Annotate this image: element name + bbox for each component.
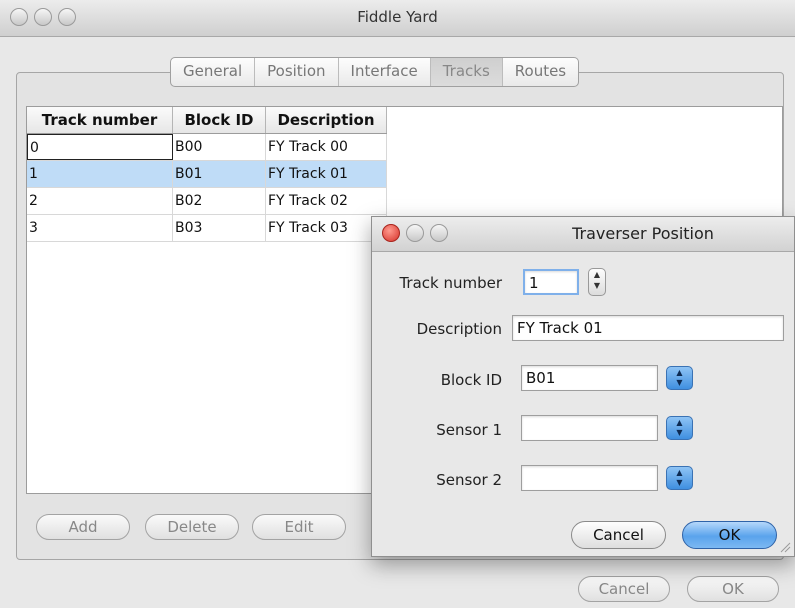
chevron-up-icon: ▲	[676, 418, 683, 427]
resize-grip-icon[interactable]	[779, 541, 791, 553]
cell-block-id[interactable]: B02	[173, 188, 266, 214]
sensor2-combo[interactable]	[521, 465, 658, 491]
delete-button[interactable]: Delete	[145, 514, 239, 540]
table-row-selected[interactable]: 1 B01 FY Track 01	[27, 161, 387, 188]
dialog-ok-button[interactable]: OK	[682, 521, 777, 549]
table-header: Track number Block ID Description	[27, 107, 387, 134]
arrow-up-icon[interactable]: ▲	[589, 269, 605, 280]
cell-description[interactable]: FY Track 02	[266, 188, 387, 214]
tab-tracks[interactable]: Tracks	[430, 58, 503, 86]
column-header-block-id[interactable]: Block ID	[173, 107, 266, 133]
chevron-up-icon: ▲	[676, 368, 683, 377]
tab-bar: General Position Interface Tracks Routes	[170, 57, 580, 87]
chevron-down-icon: ▼	[676, 428, 683, 437]
dialog-title: Traverser Position	[572, 224, 714, 243]
sensor1-label: Sensor 1	[436, 421, 502, 439]
tab-routes[interactable]: Routes	[503, 58, 578, 86]
sensor2-dropdown-button[interactable]: ▲ ▼	[666, 466, 693, 490]
table-row[interactable]: 3 B03 FY Track 03	[27, 215, 387, 242]
block-id-label: Block ID	[440, 371, 502, 389]
chevron-down-icon: ▼	[676, 478, 683, 487]
window-title: Fiddle Yard	[357, 8, 438, 26]
add-button[interactable]: Add	[36, 514, 130, 540]
cell-description[interactable]: FY Track 01	[266, 161, 387, 187]
cell-block-id[interactable]: B03	[173, 215, 266, 241]
chevron-down-icon: ▼	[676, 378, 683, 387]
block-id-dropdown-button[interactable]: ▲ ▼	[666, 366, 693, 390]
close-icon[interactable]	[382, 224, 400, 242]
description-field[interactable]: FY Track 01	[512, 315, 784, 341]
cell-description[interactable]: FY Track 00	[266, 134, 387, 160]
window-titlebar: Fiddle Yard	[0, 0, 795, 37]
dialog-titlebar: Traverser Position	[372, 217, 794, 252]
chevron-up-icon: ▲	[676, 468, 683, 477]
cell-description[interactable]: FY Track 03	[266, 215, 387, 241]
tab-general[interactable]: General	[171, 58, 256, 86]
description-label: Description	[416, 320, 502, 338]
track-number-field[interactable]: 1	[523, 269, 579, 295]
cell-track-number[interactable]: 0	[27, 134, 173, 160]
tab-interface[interactable]: Interface	[339, 58, 431, 86]
ok-button[interactable]: OK	[687, 576, 779, 602]
cell-track-number[interactable]: 2	[27, 188, 173, 214]
tab-position[interactable]: Position	[255, 58, 339, 86]
track-number-stepper[interactable]: ▲ ▼	[588, 268, 606, 296]
cell-track-number[interactable]: 3	[27, 215, 173, 241]
edit-button[interactable]: Edit	[252, 514, 346, 540]
minimize-icon[interactable]	[406, 224, 424, 242]
zoom-icon[interactable]	[430, 224, 448, 242]
cell-track-number[interactable]: 1	[27, 161, 173, 187]
sensor1-dropdown-button[interactable]: ▲ ▼	[666, 416, 693, 440]
arrow-down-icon[interactable]: ▼	[589, 280, 605, 291]
cell-block-id[interactable]: B00	[173, 134, 266, 160]
cancel-button[interactable]: Cancel	[578, 576, 670, 602]
sensor1-combo[interactable]	[521, 415, 658, 441]
column-header-description[interactable]: Description	[266, 107, 387, 133]
table-row[interactable]: 2 B02 FY Track 02	[27, 188, 387, 215]
cell-block-id[interactable]: B01	[173, 161, 266, 187]
sensor2-label: Sensor 2	[436, 471, 502, 489]
column-header-track-number[interactable]: Track number	[27, 107, 173, 133]
block-id-combo[interactable]: B01	[521, 365, 658, 391]
dialog-cancel-button[interactable]: Cancel	[571, 521, 666, 549]
table-row[interactable]: 0 B00 FY Track 00	[27, 134, 387, 161]
traverser-position-dialog: Traverser Position Track number 1 ▲ ▼ De…	[371, 216, 795, 557]
track-number-label: Track number	[399, 274, 502, 292]
